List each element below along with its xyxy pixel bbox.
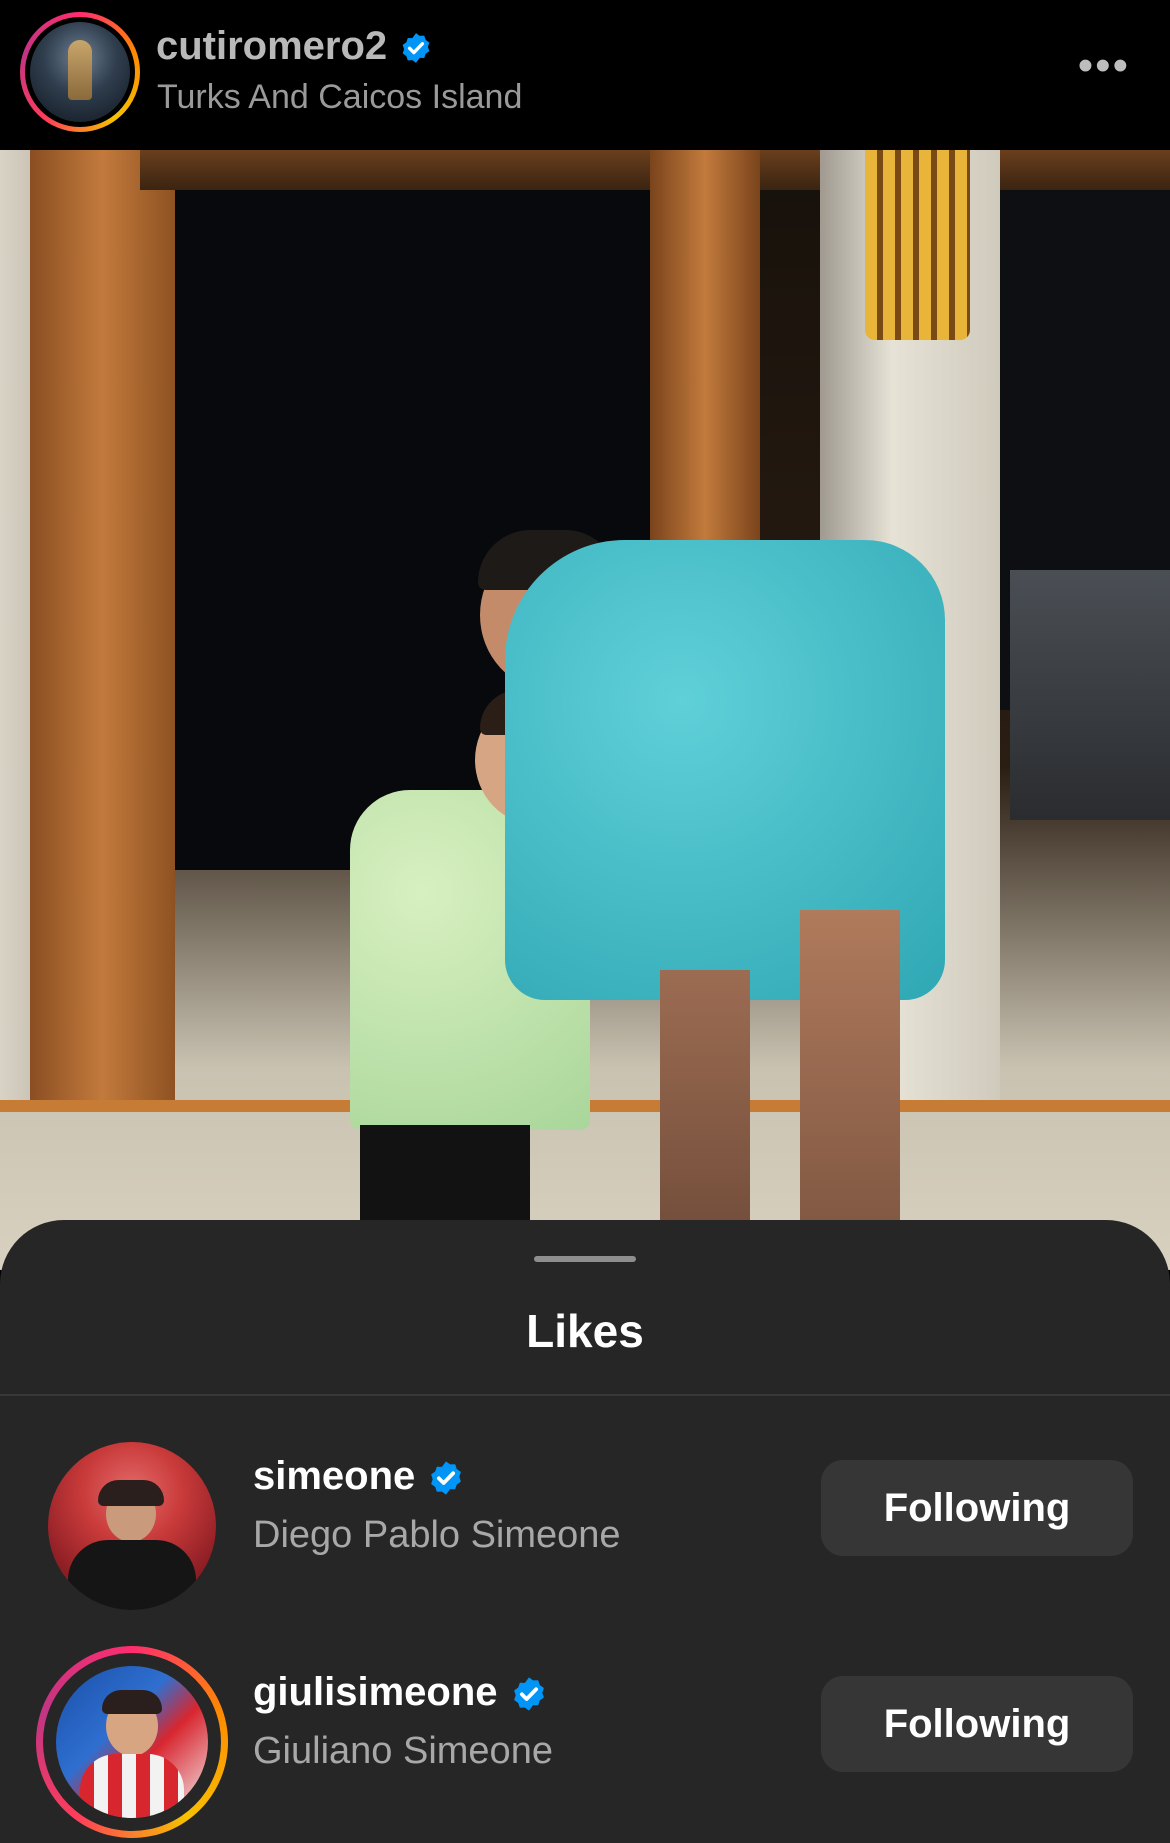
verified-badge-icon: [402, 33, 430, 64]
user-avatar[interactable]: [56, 1666, 208, 1818]
user-avatar[interactable]: [48, 1442, 216, 1610]
following-button[interactable]: Following: [821, 1676, 1133, 1772]
author-username-row[interactable]: cutiromero2: [156, 24, 433, 69]
verified-badge-icon: [431, 1461, 462, 1496]
like-row[interactable]: giulisimeone Giuliano Simeone Following: [0, 1636, 1170, 1838]
post-header: cutiromero2 Turks And Caicos Island •••: [0, 0, 1170, 150]
user-full-name: Giuliano Simeone: [253, 1730, 553, 1772]
author-username[interactable]: cutiromero2: [156, 24, 387, 68]
likes-sheet: Likes simeone Diego Pablo Simeone Follow…: [0, 1220, 1170, 1843]
like-row[interactable]: simeone Diego Pablo Simeone Following: [0, 1420, 1170, 1620]
post-photo[interactable]: [0, 150, 1170, 1270]
more-options-icon[interactable]: •••: [1078, 44, 1130, 88]
user-username-row[interactable]: giulisimeone: [253, 1670, 548, 1715]
user-username[interactable]: giulisimeone: [253, 1670, 498, 1714]
following-button[interactable]: Following: [821, 1460, 1133, 1556]
author-avatar[interactable]: [20, 12, 140, 132]
user-username[interactable]: simeone: [253, 1454, 415, 1498]
sheet-drag-handle[interactable]: [534, 1256, 636, 1262]
divider: [0, 1394, 1170, 1396]
sheet-title: Likes: [526, 1305, 644, 1357]
user-username-row[interactable]: simeone: [253, 1454, 465, 1499]
author-avatar-image: [30, 22, 130, 122]
user-full-name: Diego Pablo Simeone: [253, 1514, 621, 1556]
verified-badge-icon: [513, 1677, 544, 1712]
post-location[interactable]: Turks And Caicos Island: [157, 78, 522, 117]
